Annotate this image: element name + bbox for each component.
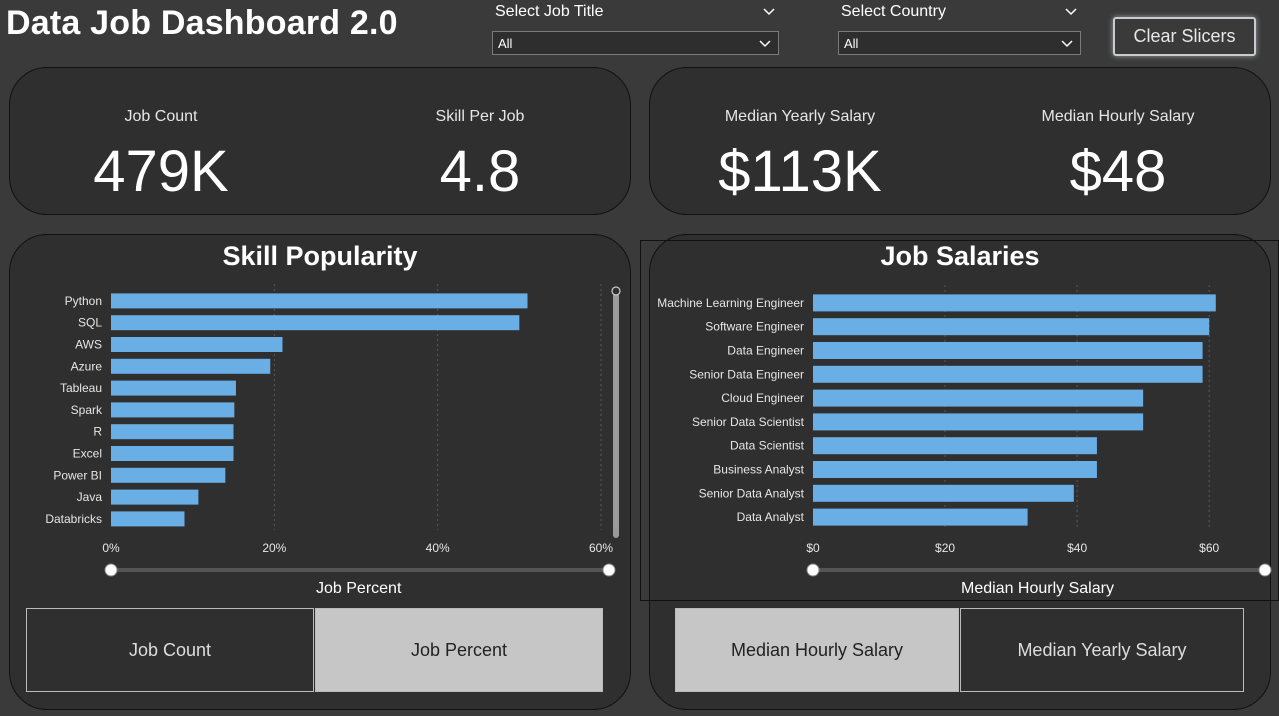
chevron-down-icon (759, 40, 771, 48)
median-hourly-value: $48 (1069, 139, 1167, 204)
bar[interactable] (813, 461, 1097, 478)
bar[interactable] (813, 437, 1097, 455)
bar[interactable] (111, 511, 185, 527)
kpi-card-salary: Median Yearly Salary $113K Median Hourly… (649, 67, 1271, 215)
x-tick-label: 0% (102, 541, 120, 555)
job-count-value: 479K (93, 139, 229, 204)
category-label: Data Analyst (737, 510, 805, 524)
category-label: Senior Data Analyst (699, 486, 805, 500)
x-tick-label: $20 (935, 541, 955, 555)
job-title-slicer-label: Select Job Title (495, 3, 604, 20)
skill-per-job-value: 4.8 (439, 139, 521, 204)
category-label: Python (65, 294, 102, 308)
category-label: Machine Learning Engineer (657, 296, 804, 310)
skill-popularity-title: Skill Popularity (222, 241, 418, 271)
page-title: Data Job Dashboard 2.0 (6, 4, 398, 42)
country-selected-value: All (844, 36, 859, 51)
category-label: Power BI (53, 468, 102, 482)
clear-slicers-button[interactable]: Clear Slicers (1113, 17, 1256, 56)
x-tick-label: 40% (426, 541, 450, 555)
country-dropdown[interactable]: All (838, 31, 1081, 55)
job-count-label: Job Count (124, 108, 198, 125)
x-tick-label: $60 (1199, 541, 1219, 555)
category-label: Databricks (45, 512, 102, 526)
chevron-down-icon[interactable] (1064, 5, 1078, 19)
category-label: Spark (71, 403, 103, 417)
category-label: Business Analyst (713, 463, 804, 477)
bar[interactable] (111, 467, 226, 483)
median-yearly-label: Median Yearly Salary (724, 108, 876, 125)
category-label: Excel (73, 447, 102, 461)
kpi-card-jobs: Job Count 479K Skill Per Job 4.8 (9, 67, 631, 215)
vertical-scrollbar[interactable] (613, 293, 619, 538)
bar[interactable] (813, 294, 1216, 312)
bar[interactable] (813, 389, 1144, 407)
range-slider-handle-start[interactable] (806, 563, 820, 577)
bar[interactable] (111, 293, 528, 309)
country-slicer[interactable]: Select Country All (838, 3, 1082, 55)
job-title-selected-value: All (498, 36, 513, 51)
bar[interactable] (111, 424, 234, 440)
job-salaries-title: Job Salaries (880, 241, 1040, 271)
category-label: Software Engineer (705, 320, 804, 334)
bar[interactable] (813, 318, 1210, 336)
bar[interactable] (111, 402, 235, 418)
bar[interactable] (813, 342, 1203, 359)
category-label: R (93, 425, 102, 439)
bar[interactable] (111, 446, 234, 461)
bar[interactable] (111, 315, 520, 331)
country-slicer-label: Select Country (841, 3, 946, 20)
category-label: Java (77, 490, 103, 504)
x-tick-label: $0 (806, 541, 820, 555)
range-slider-handle-end[interactable] (602, 563, 616, 577)
skill-chart-x-axis-title: Job Percent (316, 580, 402, 597)
category-label: Data Engineer (727, 344, 804, 358)
category-label: Tableau (60, 381, 102, 395)
skill-per-job-label: Skill Per Job (435, 108, 525, 125)
category-label: Senior Data Scientist (692, 415, 805, 429)
chevron-down-icon[interactable] (762, 5, 776, 19)
range-slider-handle-end[interactable] (1258, 563, 1272, 577)
range-slider-handle-start[interactable] (104, 563, 118, 577)
job-salaries-panel: Job Salaries $0 $20 $40 $60 Machine Learning… (649, 234, 1272, 710)
bar[interactable] (813, 508, 1028, 526)
bar[interactable] (813, 484, 1074, 502)
chevron-down-icon (1061, 40, 1073, 48)
job-title-dropdown[interactable]: All (492, 31, 779, 55)
bar[interactable] (111, 358, 271, 374)
median-yearly-toggle-button[interactable]: Median Yearly Salary (960, 608, 1244, 692)
median-hourly-label: Median Hourly Salary (1041, 108, 1195, 125)
scrollbar-handle[interactable] (611, 286, 621, 296)
median-hourly-toggle-button[interactable]: Median Hourly Salary (675, 608, 959, 692)
job-count-toggle-button[interactable]: Job Count (26, 608, 314, 692)
bar[interactable] (813, 413, 1144, 431)
category-label: Data Scientist (730, 439, 805, 453)
category-label: SQL (78, 316, 102, 330)
x-tick-label: 20% (262, 541, 286, 555)
bar[interactable] (111, 380, 236, 396)
job-title-slicer[interactable]: Select Job Title All (492, 3, 780, 55)
x-tick-label: $40 (1067, 541, 1087, 555)
x-tick-label: 60% (589, 541, 613, 555)
category-label: Azure (71, 359, 103, 373)
category-label: Cloud Engineer (721, 391, 804, 405)
salary-chart-x-axis-title: Median Hourly Salary (961, 580, 1114, 597)
category-label: Senior Data Engineer (689, 367, 804, 381)
bar[interactable] (111, 337, 283, 352)
bar[interactable] (111, 489, 199, 505)
job-percent-toggle-button[interactable]: Job Percent (315, 608, 603, 692)
bar[interactable] (813, 365, 1203, 383)
skill-popularity-panel: Skill Popularity 0% 20% 40% 60% Python SQL AWS… (9, 234, 631, 710)
category-label: AWS (75, 338, 102, 352)
median-yearly-value: $113K (718, 139, 882, 204)
